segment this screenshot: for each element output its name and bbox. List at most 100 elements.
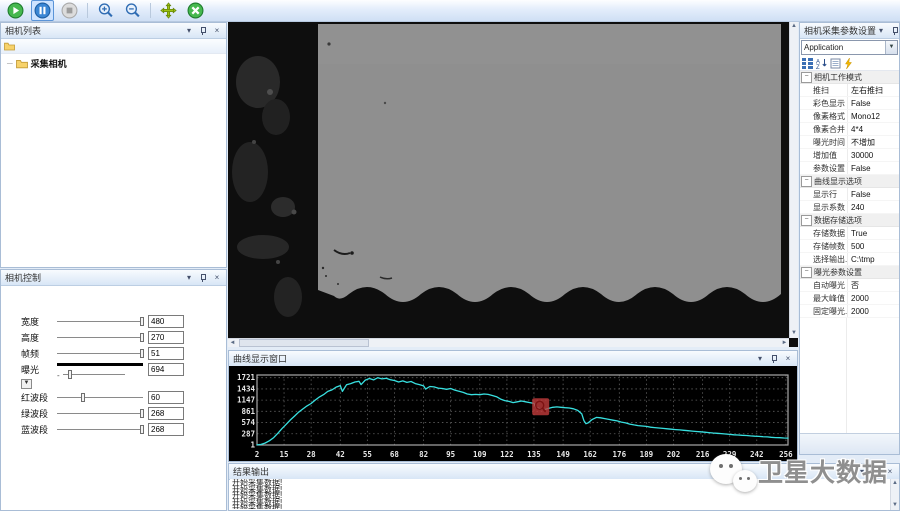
slider-handle[interactable] (140, 409, 144, 418)
slider-track[interactable] (57, 424, 143, 434)
slider-value-input[interactable] (148, 391, 184, 404)
slider-handle[interactable] (68, 370, 72, 379)
pin-icon[interactable] (769, 354, 779, 364)
property-value[interactable]: 否 (847, 279, 899, 291)
application-combobox[interactable]: Application ▼ (801, 40, 898, 55)
collapse-icon[interactable]: − (801, 72, 812, 83)
property-category[interactable]: −数据存储选项 (800, 214, 899, 227)
events-lightning-icon[interactable] (844, 58, 853, 69)
tree-item-capture-camera[interactable]: ─ 采集相机 (1, 54, 226, 70)
close-button[interactable] (184, 0, 207, 21)
slider-handle[interactable] (140, 317, 144, 326)
pin-icon[interactable] (890, 26, 900, 36)
property-category[interactable]: −曝光参数设置 (800, 266, 899, 279)
pause-button[interactable] (31, 0, 54, 21)
slider-value-input[interactable] (148, 407, 184, 420)
scroll-down-icon[interactable]: ▼ (790, 329, 798, 338)
property-row[interactable]: 显示行False (800, 188, 899, 201)
slider-track[interactable]: - (63, 369, 125, 379)
slider-handle[interactable] (81, 393, 85, 402)
tree-expand-icon[interactable]: ─ (7, 59, 13, 68)
slider-track[interactable] (57, 408, 143, 418)
property-value[interactable]: 4*4 (847, 123, 899, 135)
stop-button[interactable] (58, 0, 81, 21)
scrollbar-thumb[interactable] (239, 339, 369, 347)
collapse-icon[interactable]: − (801, 215, 812, 226)
collapse-icon[interactable]: − (801, 267, 812, 278)
pan-button[interactable] (157, 0, 180, 21)
panel-menu-icon[interactable]: ▾ (755, 354, 765, 364)
panel-close-icon[interactable]: × (783, 354, 793, 364)
collapse-icon[interactable]: − (801, 176, 812, 187)
panel-menu-icon[interactable]: ▾ (876, 26, 886, 36)
scroll-right-icon[interactable]: ► (780, 339, 789, 347)
property-row[interactable]: 像素合并4*4 (800, 123, 899, 136)
slider-value-input[interactable] (148, 363, 184, 376)
slider-handle[interactable] (140, 425, 144, 434)
property-value[interactable]: 30000 (847, 149, 899, 161)
scroll-up-icon[interactable]: ▲ (891, 479, 899, 488)
property-value[interactable]: True (847, 227, 899, 239)
slider-value-input[interactable] (148, 315, 184, 328)
folder-icon[interactable] (4, 42, 15, 51)
property-pages-icon[interactable] (830, 58, 841, 69)
slider-value-input[interactable] (148, 423, 184, 436)
pin-icon[interactable] (198, 273, 208, 283)
property-row[interactable]: 选择输出...C:\tmp (800, 253, 899, 266)
pin-icon[interactable] (198, 26, 208, 36)
property-value[interactable]: 2000 (847, 305, 899, 317)
panel-menu-icon[interactable]: ▾ (184, 26, 194, 36)
property-row[interactable]: 固定曝光...2000 (800, 305, 899, 318)
slider-value-input[interactable] (148, 347, 184, 360)
chevron-down-icon[interactable]: ▼ (21, 379, 32, 389)
property-value[interactable]: 240 (847, 201, 899, 213)
property-value[interactable]: C:\tmp (847, 253, 899, 265)
zoom-in-button[interactable] (94, 0, 117, 21)
property-row[interactable]: 彩色显示False (800, 97, 899, 110)
image-horizontal-scrollbar[interactable]: ◄ ► (228, 338, 789, 347)
panel-close-icon[interactable]: × (212, 26, 222, 36)
property-row[interactable]: 曝光时间不增加 (800, 136, 899, 149)
slider-track[interactable] (57, 348, 143, 358)
property-row[interactable]: 增加值30000 (800, 149, 899, 162)
property-row[interactable]: 像素格式Mono12 (800, 110, 899, 123)
property-row[interactable]: 存储数据True (800, 227, 899, 240)
slider-track[interactable] (57, 392, 143, 402)
scroll-left-icon[interactable]: ◄ (228, 339, 237, 347)
alphabetical-sort-icon[interactable]: A Z (816, 58, 827, 69)
slider-track[interactable] (57, 332, 143, 342)
panel-menu-icon[interactable]: ▾ (184, 273, 194, 283)
property-row[interactable]: 参数设置False (800, 162, 899, 175)
property-value[interactable]: False (847, 162, 899, 174)
property-value[interactable]: 500 (847, 240, 899, 252)
property-value[interactable]: False (847, 97, 899, 109)
property-row[interactable]: 显示系数240 (800, 201, 899, 214)
slider-track[interactable] (57, 316, 143, 326)
slider-handle[interactable] (140, 349, 144, 358)
panel-menu-icon[interactable]: ▾ (857, 467, 867, 477)
property-value[interactable]: 2000 (847, 292, 899, 304)
panel-close-icon[interactable]: × (885, 467, 895, 477)
property-value[interactable]: Mono12 (847, 110, 899, 122)
chevron-down-icon[interactable]: ▼ (885, 41, 897, 54)
property-row[interactable]: 推扫左右推扫 (800, 84, 899, 97)
property-category[interactable]: −相机工作模式 (800, 71, 899, 84)
property-category[interactable]: −曲线显示选项 (800, 175, 899, 188)
scroll-down-icon[interactable]: ▼ (891, 501, 899, 510)
pin-icon[interactable] (871, 467, 881, 477)
image-vertical-scrollbar[interactable]: ▲ ▼ (789, 22, 798, 338)
play-button[interactable] (4, 0, 27, 21)
slider-handle[interactable] (140, 333, 144, 342)
zoom-out-button[interactable] (121, 0, 144, 21)
slider-value-input[interactable] (148, 331, 184, 344)
log-scrollbar[interactable]: ▲ ▼ (890, 479, 899, 510)
property-value[interactable]: 不增加 (847, 136, 899, 148)
categorized-view-icon[interactable] (802, 58, 813, 69)
scroll-up-icon[interactable]: ▲ (790, 22, 798, 31)
log-output[interactable]: 开始采集数据!开始采集数据!开始采集数据!开始采集数据!开始采集数据! (230, 479, 890, 509)
property-value[interactable]: 左右推扫 (847, 84, 899, 96)
property-value[interactable]: False (847, 188, 899, 200)
property-row[interactable]: 自动曝光否 (800, 279, 899, 292)
property-row[interactable]: 存储帧数500 (800, 240, 899, 253)
property-row[interactable]: 最大峰值2000 (800, 292, 899, 305)
